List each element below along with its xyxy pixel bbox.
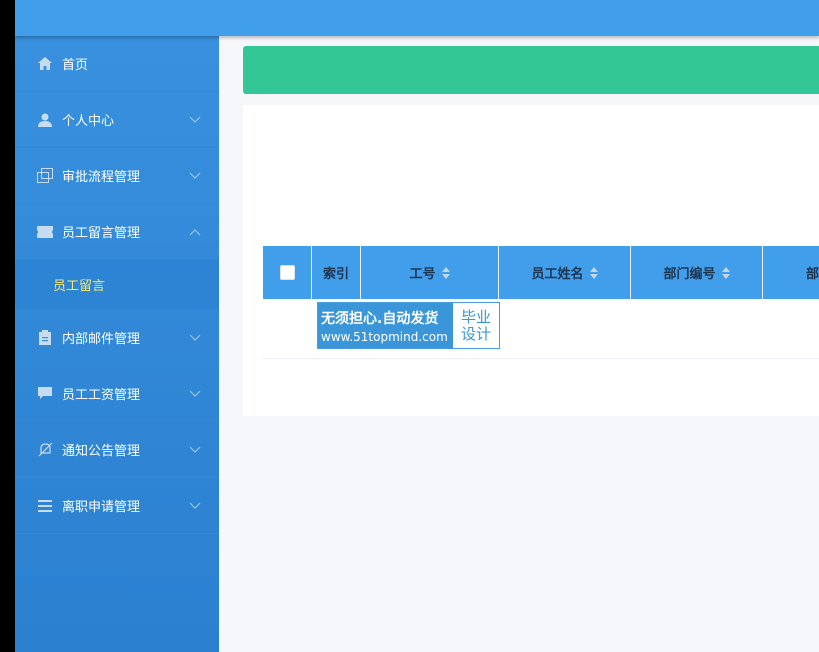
sidebar: 首页 个人中心 审批流程管理 员工留言管理 员工留言 内部邮件管理 员工工资管理… bbox=[15, 36, 219, 652]
ticket-icon bbox=[37, 224, 53, 240]
list-icon bbox=[37, 498, 53, 514]
column-header-dept-code[interactable]: 部门编号 bbox=[631, 246, 763, 299]
sidebar-item-label: 个人中心 bbox=[62, 114, 115, 129]
sidebar-item-label: 内部邮件管理 bbox=[62, 332, 141, 347]
sidebar-subitem-employee-message[interactable]: 员工留言 bbox=[15, 259, 219, 310]
chevron-down-icon bbox=[189, 116, 201, 123]
column-header-index: 索引 bbox=[312, 246, 361, 299]
select-all-checkbox[interactable] bbox=[279, 265, 295, 280]
home-icon bbox=[37, 56, 53, 72]
chevron-down-icon bbox=[189, 446, 201, 453]
sidebar-item-resignation[interactable]: 离职申请管理 bbox=[15, 478, 219, 534]
column-header-dept-cut[interactable]: 部 bbox=[763, 246, 819, 299]
watermark-right: 毕业 设计 bbox=[453, 303, 499, 348]
sidebar-item-label: 通知公告管理 bbox=[62, 444, 141, 459]
sidebar-item-salary[interactable]: 员工工资管理 bbox=[15, 366, 219, 422]
watermark-left: 无须担心.自动发货 www.51topmind.com bbox=[318, 303, 453, 348]
user-icon bbox=[37, 112, 53, 128]
chevron-down-icon bbox=[189, 502, 201, 509]
sidebar-item-notice[interactable]: 通知公告管理 bbox=[15, 422, 219, 478]
chat-icon bbox=[37, 386, 53, 402]
select-all-cell bbox=[263, 246, 312, 299]
chevron-up-icon bbox=[189, 228, 201, 235]
chevron-down-icon bbox=[189, 172, 201, 179]
clipboard-icon bbox=[37, 330, 53, 346]
chevron-down-icon bbox=[189, 334, 201, 341]
sidebar-item-label: 审批流程管理 bbox=[62, 170, 141, 185]
header-banner bbox=[243, 46, 819, 94]
sidebar-item-internal-mail[interactable]: 内部邮件管理 bbox=[15, 310, 219, 366]
sidebar-item-label: 离职申请管理 bbox=[62, 500, 141, 515]
left-edge-strip bbox=[0, 0, 15, 652]
copy-icon bbox=[37, 168, 53, 184]
watermark-badge: 无须担心.自动发货 www.51topmind.com 毕业 设计 bbox=[317, 302, 500, 349]
sidebar-item-approval-flow[interactable]: 审批流程管理 bbox=[15, 148, 219, 204]
sort-icon[interactable] bbox=[721, 266, 730, 279]
sidebar-item-message-mgmt[interactable]: 员工留言管理 bbox=[15, 204, 219, 259]
sidebar-item-label: 员工工资管理 bbox=[62, 388, 141, 403]
sidebar-item-home[interactable]: 首页 bbox=[15, 36, 219, 92]
sidebar-subitem-label: 员工留言 bbox=[53, 278, 106, 294]
top-navbar bbox=[15, 0, 819, 36]
sidebar-item-label: 员工留言管理 bbox=[62, 226, 141, 241]
column-header-employee-id[interactable]: 工号 bbox=[361, 246, 499, 299]
column-header-employee-name[interactable]: 员工姓名 bbox=[499, 246, 631, 299]
table-header: 索引 工号 员工姓名 部门编号 部 bbox=[263, 246, 819, 299]
bell-off-icon bbox=[37, 442, 53, 458]
sort-icon[interactable] bbox=[589, 266, 598, 279]
sidebar-item-label: 首页 bbox=[62, 58, 89, 73]
chevron-down-icon bbox=[189, 390, 201, 397]
sort-icon[interactable] bbox=[441, 266, 450, 279]
sidebar-item-personal-center[interactable]: 个人中心 bbox=[15, 92, 219, 148]
